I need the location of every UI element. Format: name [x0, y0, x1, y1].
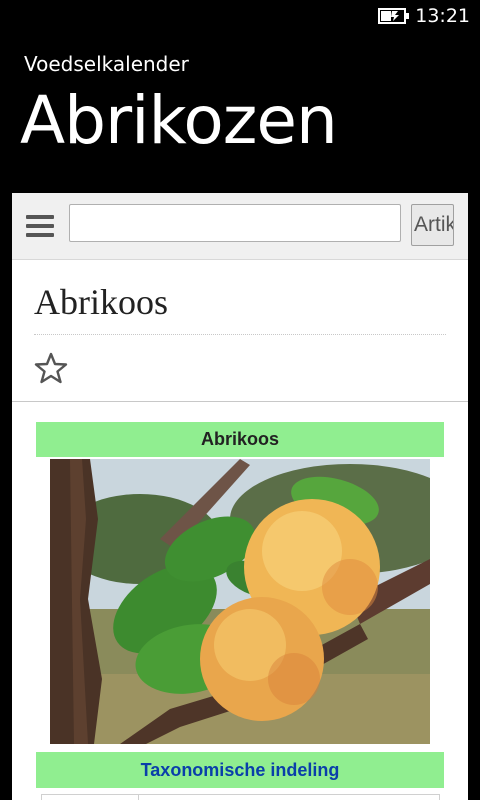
- article-title: Abrikoos: [34, 282, 168, 322]
- infobox-section-taxonomy[interactable]: Taxonomische indeling: [36, 752, 444, 788]
- page-title: Abrikozen: [20, 82, 338, 159]
- hamburger-menu-icon[interactable]: [24, 210, 56, 242]
- apricot-photo[interactable]: [50, 459, 430, 744]
- clock: 13:21: [415, 5, 470, 27]
- table-row: [41, 794, 440, 800]
- article-search-button[interactable]: Artikel: [411, 204, 454, 246]
- webview: Artikel Abrikoos Abrikoos: [12, 193, 468, 800]
- section-divider: [12, 401, 468, 402]
- table-cell-divider: [138, 795, 139, 800]
- infobox-title: Abrikoos: [36, 422, 444, 457]
- app-name: Voedselkalender: [24, 52, 189, 76]
- status-bar: 13:21: [0, 0, 480, 32]
- battery-charging-icon: [378, 8, 409, 24]
- browser-toolbar: Artikel: [12, 193, 468, 260]
- apricot-photo-drawing: [50, 459, 430, 744]
- search-input[interactable]: [69, 204, 401, 242]
- star-outline-icon[interactable]: [34, 351, 68, 385]
- title-divider: [34, 334, 446, 335]
